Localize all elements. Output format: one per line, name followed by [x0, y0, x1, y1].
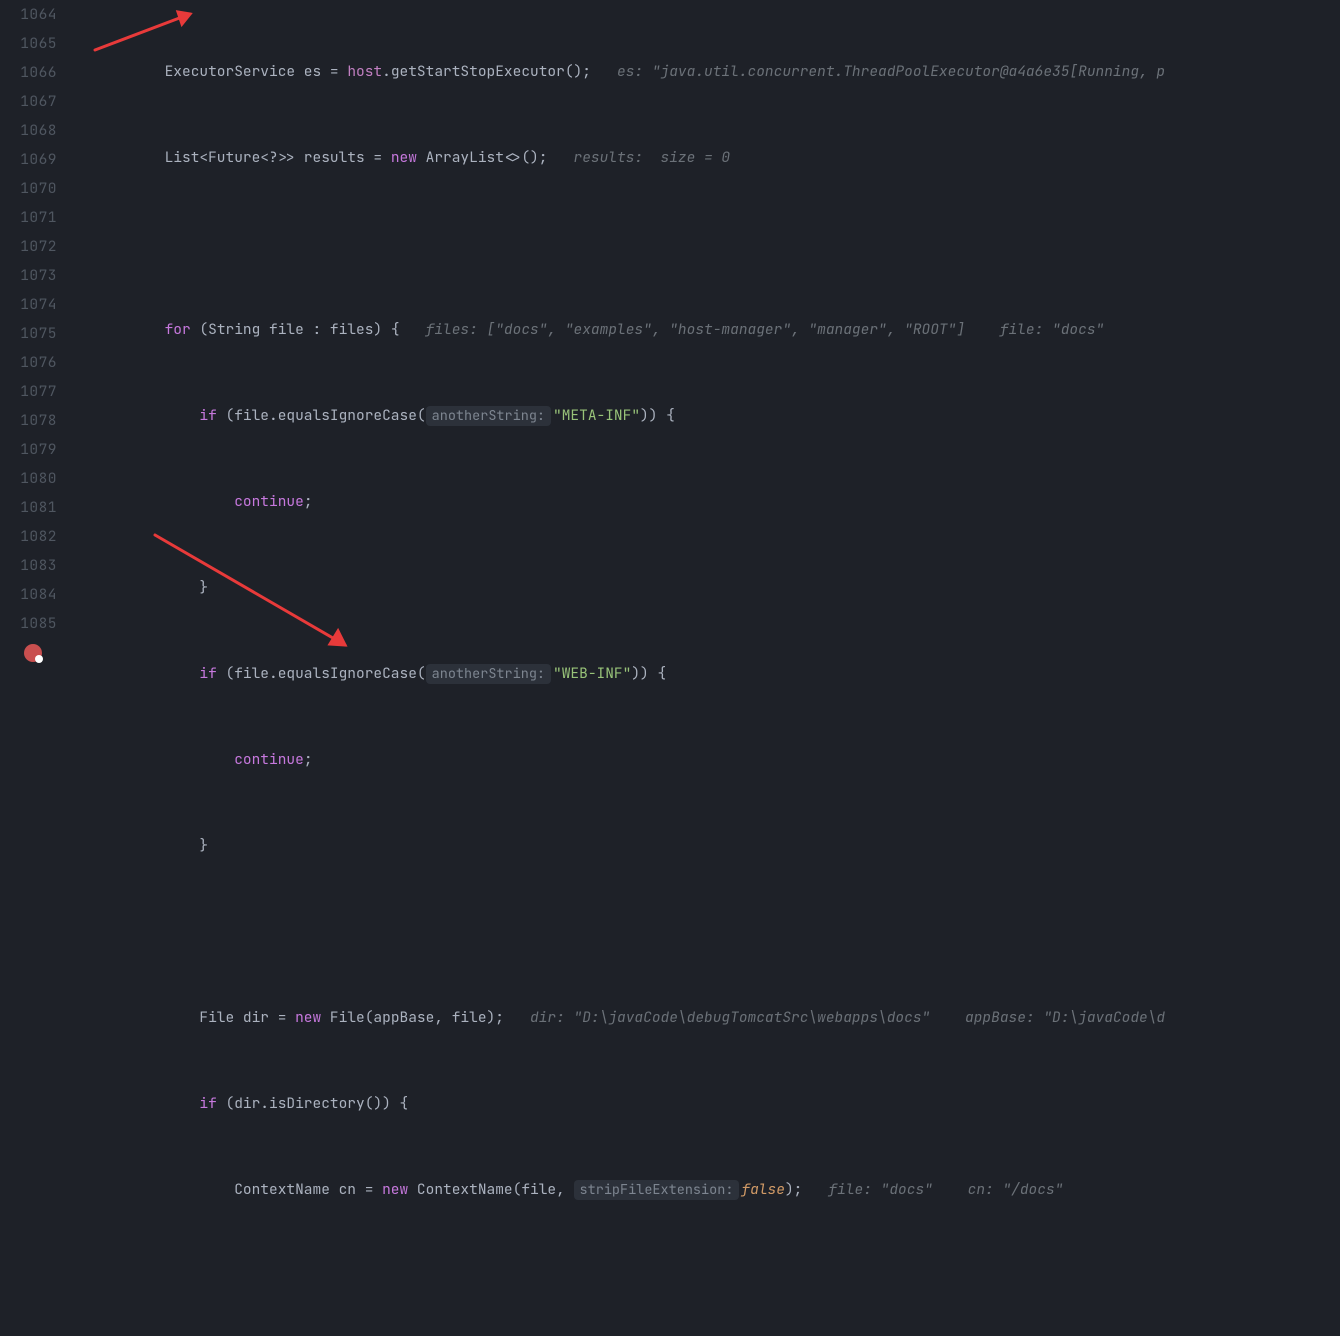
line-number: 1084: [0, 580, 57, 609]
line-number: 1064: [0, 0, 57, 29]
line-number: 1081: [0, 493, 57, 522]
code-line[interactable]: }: [95, 831, 1340, 860]
code-editor[interactable]: 1064 1065 1066 1067 1068 1069 1070 1071 …: [0, 0, 1340, 668]
code-line[interactable]: if (dir.isDirectory()) {: [95, 1089, 1340, 1118]
code-line[interactable]: List<Future<?>> results = new ArrayList<…: [95, 143, 1340, 172]
line-number: 1080: [0, 464, 57, 493]
code-line[interactable]: ContextName cn = new ContextName(file, s…: [95, 1175, 1340, 1204]
line-number-gutter: 1064 1065 1066 1067 1068 1069 1070 1071 …: [0, 0, 75, 668]
code-line[interactable]: if (file.equalsIgnoreCase(anotherString:…: [95, 659, 1340, 688]
inline-debug-value: es: "java.util.concurrent.ThreadPoolExec…: [591, 62, 1165, 81]
inline-debug-value: file: "docs" cn: "/docs": [802, 1180, 1063, 1199]
code-line[interactable]: continue;: [95, 745, 1340, 774]
line-number: 1083: [0, 551, 57, 580]
line-number: 1072: [0, 232, 57, 261]
param-hint: anotherString:: [426, 664, 551, 684]
line-number: 1065: [0, 29, 57, 58]
code-line[interactable]: [95, 1261, 1340, 1290]
code-line[interactable]: for (String file : files) { files: ["doc…: [95, 315, 1340, 344]
inline-debug-value: dir: "D:\javaCode\debugTomcatSrc\webapps…: [504, 1008, 1165, 1027]
line-number: 1085: [0, 609, 57, 638]
code-line[interactable]: }: [95, 573, 1340, 602]
param-hint: anotherString:: [426, 406, 551, 426]
code-line[interactable]: ExecutorService es = host.getStartStopEx…: [95, 57, 1340, 86]
line-number: 1067: [0, 87, 57, 116]
code-line[interactable]: if (file.equalsIgnoreCase(anotherString:…: [95, 401, 1340, 430]
line-number: 1074: [0, 290, 57, 319]
line-number: 1070: [0, 174, 57, 203]
line-number: 1077: [0, 377, 57, 406]
inline-debug-value: results: size = 0: [547, 148, 730, 167]
line-number: 1073: [0, 261, 57, 290]
inline-debug-value: files: ["docs", "examples", "host-manage…: [400, 320, 1105, 339]
param-hint: stripFileExtension:: [574, 1180, 740, 1200]
code-line[interactable]: [95, 917, 1340, 946]
code-area[interactable]: ExecutorService es = host.getStartStopEx…: [95, 0, 1340, 668]
line-number: 1068: [0, 116, 57, 145]
breakpoint-icon[interactable]: [24, 644, 42, 662]
code-line[interactable]: [95, 229, 1340, 258]
code-line[interactable]: continue;: [95, 487, 1340, 516]
line-number: 1082: [0, 522, 57, 551]
line-number: 1069: [0, 145, 57, 174]
fold-column: [75, 0, 95, 668]
line-number: 1066: [0, 58, 57, 87]
line-number: 1071: [0, 203, 57, 232]
line-number: 1075: [0, 319, 57, 348]
line-number: 1078: [0, 406, 57, 435]
code-line[interactable]: File dir = new File(appBase, file); dir:…: [95, 1003, 1340, 1032]
line-number: 1079: [0, 435, 57, 464]
line-number: 1076: [0, 348, 57, 377]
